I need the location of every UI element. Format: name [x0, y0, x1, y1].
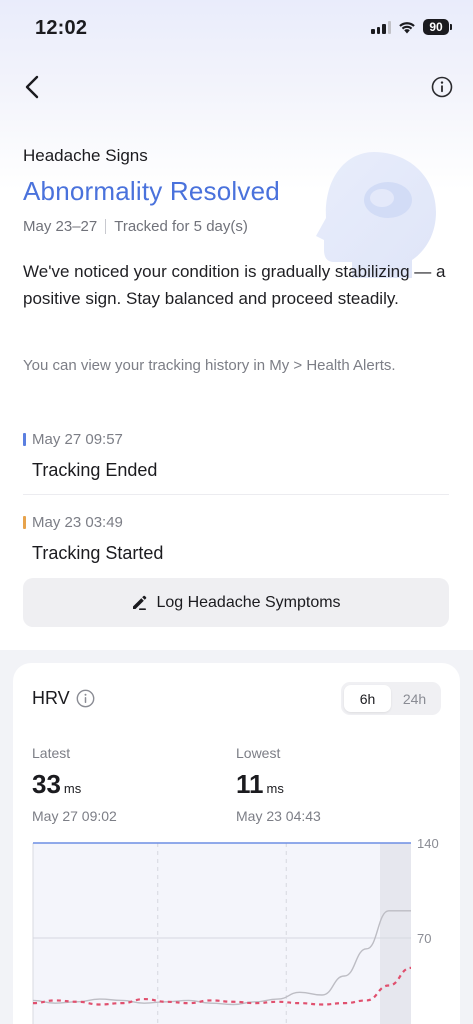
lowest-unit: ms [266, 781, 284, 796]
timeline-time: May 27 09:57 [32, 430, 123, 448]
tracking-history-hint: You can view your tracking history in My… [23, 357, 396, 374]
alert-subline: May 23–27 Tracked for 5 day(s) [23, 218, 248, 235]
latest-unit: ms [63, 781, 82, 796]
info-icon[interactable] [76, 689, 95, 708]
lowest-stat: Lowest 11 ms May 23 04:43 [236, 745, 321, 824]
timeline-marker [23, 432, 26, 446]
wifi-icon [399, 22, 415, 34]
hrv-chart: 140 70 [32, 836, 439, 1024]
alert-description: We've noticed your condition is graduall… [23, 262, 446, 308]
time-range-toggle: 6h 24h [341, 682, 441, 715]
chart-plot-area [33, 843, 411, 1024]
latest-label: Latest [32, 745, 71, 761]
timeline-item-started: May 23 03:49 Tracking Started [23, 513, 449, 564]
tab-24h[interactable]: 24h [391, 685, 438, 712]
signal-icon [371, 20, 391, 34]
latest-time: May 27 09:02 [32, 808, 117, 824]
tab-6h[interactable]: 6h [344, 685, 391, 712]
divider [105, 219, 107, 234]
info-icon[interactable] [431, 76, 453, 98]
timeline-time: May 23 03:49 [32, 513, 123, 531]
alert-category: Headache Signs [23, 146, 148, 165]
lowest-time: May 23 04:43 [236, 808, 321, 824]
hrv-card: HRV 6h 24h Latest 33 ms May 27 09:02 Low… [13, 663, 460, 1024]
back-icon[interactable] [20, 74, 46, 100]
timeline-event: Tracking Started [32, 543, 164, 563]
pencil-icon [133, 595, 147, 610]
date-range: May 23–27 [23, 218, 98, 235]
latest-stat: Latest 33 ms May 27 09:02 [32, 745, 117, 824]
lowest-value: 11 [236, 769, 264, 799]
timeline-event: Tracking Ended [32, 460, 158, 480]
latest-value: 33 [32, 769, 61, 799]
battery-icon: 90 [423, 19, 452, 35]
chart-y-tick-label: 70 [417, 931, 431, 946]
hrv-title-text: HRV [32, 688, 70, 708]
log-button-label: Log Headache Symptoms [156, 593, 341, 611]
lowest-label: Lowest [236, 745, 281, 761]
hrv-title: HRV [32, 688, 95, 709]
timeline-separator [23, 494, 449, 495]
timeline-item-ended: May 27 09:57 Tracking Ended [23, 430, 449, 481]
timeline-marker [23, 515, 26, 529]
log-headache-symptoms-button[interactable]: Log Headache Symptoms [23, 578, 449, 627]
alert-headline: Abnormality Resolved [23, 176, 280, 206]
chart-y-tick-label: 140 [417, 836, 439, 851]
status-bar: 12:02 90 [0, 0, 473, 56]
status-icons: 90 [371, 19, 452, 35]
tracked-duration: Tracked for 5 day(s) [114, 218, 248, 235]
status-time: 12:02 [35, 17, 88, 39]
chart-highlight-band [380, 843, 411, 1024]
